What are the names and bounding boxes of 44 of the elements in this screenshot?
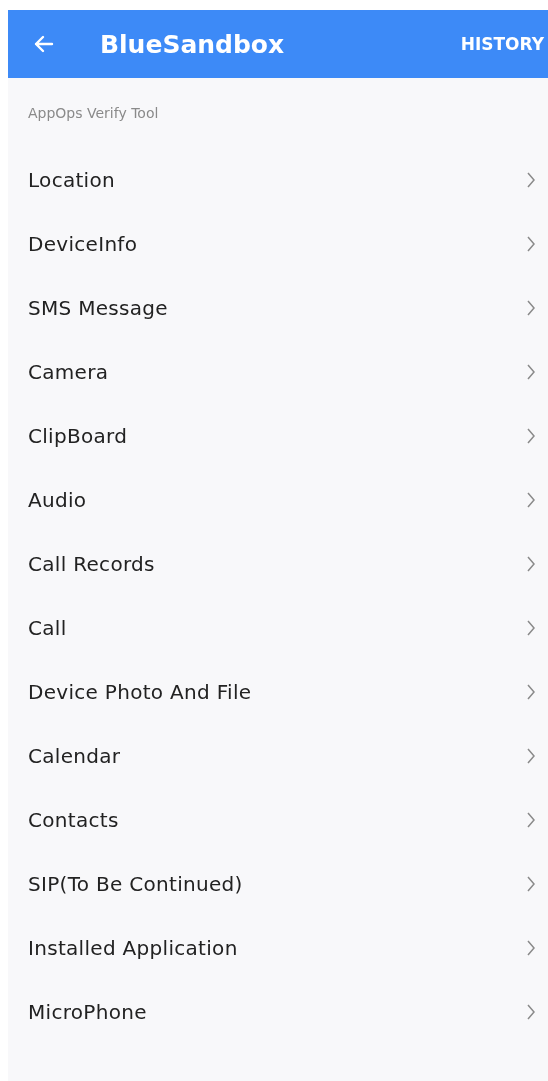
- item-label: Camera: [28, 360, 109, 384]
- menu-item[interactable]: ClipBoard: [8, 404, 548, 468]
- app-title: BlueSandbox: [100, 29, 286, 59]
- item-label: Contacts: [28, 808, 119, 832]
- menu-item[interactable]: Call Records: [8, 532, 548, 596]
- section-title: AppOps Verify Tool: [28, 105, 159, 121]
- item-label: Location: [28, 168, 115, 192]
- menu-item[interactable]: Device Photo And File: [8, 660, 548, 724]
- chevron-right-icon: [526, 555, 536, 573]
- item-label: ClipBoard: [28, 424, 128, 448]
- menu-item[interactable]: Audio: [8, 468, 548, 532]
- item-label: Device Photo And File: [28, 680, 252, 704]
- menu-item[interactable]: Location: [8, 148, 548, 212]
- chevron-right-icon: [526, 1003, 536, 1021]
- item-label: SMS Message: [28, 296, 168, 320]
- menu-item[interactable]: SIP(To Be Continued): [8, 852, 548, 916]
- menu-item[interactable]: Call: [8, 596, 548, 660]
- chevron-right-icon: [526, 811, 536, 829]
- menu-item[interactable]: DeviceInfo: [8, 212, 548, 276]
- chevron-right-icon: [526, 683, 536, 701]
- chevron-right-icon: [526, 427, 536, 445]
- chevron-right-icon: [526, 875, 536, 893]
- item-label: Audio: [28, 488, 87, 512]
- item-label: DeviceInfo: [28, 232, 138, 256]
- chevron-right-icon: [526, 299, 536, 317]
- item-label: Call Records: [28, 552, 155, 576]
- item-label: Calendar: [28, 744, 121, 768]
- chevron-right-icon: [526, 235, 536, 253]
- menu-item[interactable]: Calendar: [8, 724, 548, 788]
- menu-item[interactable]: Camera: [8, 340, 548, 404]
- menu-item[interactable]: MicroPhone: [8, 980, 548, 1044]
- menu-item[interactable]: SMS Message: [8, 276, 548, 340]
- chevron-right-icon: [526, 171, 536, 189]
- chevron-right-icon: [526, 619, 536, 637]
- chevron-right-icon: [526, 939, 536, 957]
- chevron-right-icon: [526, 747, 536, 765]
- menu-item[interactable]: Installed Application: [8, 916, 548, 980]
- chevron-right-icon: [526, 363, 536, 381]
- item-label: SIP(To Be Continued): [28, 872, 243, 896]
- chevron-right-icon: [526, 491, 536, 509]
- item-label: Installed Application: [28, 936, 238, 960]
- item-label: Call: [28, 616, 67, 640]
- menu-item[interactable]: Contacts: [8, 788, 548, 852]
- item-label: MicroPhone: [28, 1000, 147, 1024]
